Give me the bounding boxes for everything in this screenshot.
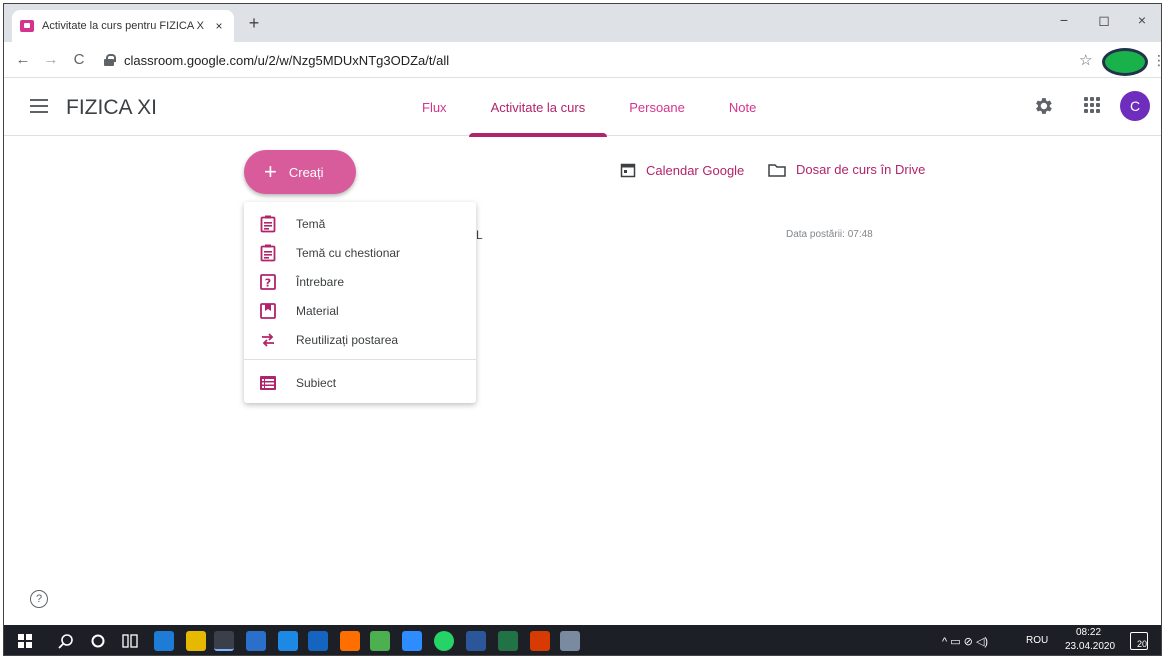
paint-brush-icon[interactable] [560,631,580,651]
address-bar[interactable]: classroom.google.com/u/2/w/Nzg5MDUxNTg3O… [104,46,1104,74]
posted-date-text: Data postării: 07:48 [786,229,873,240]
lock-icon [104,54,116,66]
browser-window: Activitate la curs pentru FIZICA X × + −… [3,3,1162,656]
browser-toolbar: ← → C classroom.google.com/u/2/w/Nzg5MDU… [4,42,1161,78]
tab-people[interactable]: Persoane [607,79,707,136]
tab-title: Activitate la curs pentru FIZICA X [42,20,205,32]
create-button[interactable]: + Creați [244,150,356,194]
menu-item-label: Întrebare [296,274,345,289]
plus-icon: + [264,159,277,184]
clock-date[interactable]: 23.04.2020 [1065,641,1115,652]
class-nav-tabs: Flux Activitate la curs Persoane Note [400,79,778,137]
material-icon [260,302,276,319]
url-text: classroom.google.com/u/2/w/Nzg5MDUxNTg3O… [124,52,450,68]
assignment-icon [260,215,276,232]
new-tab-button[interactable]: + [244,13,264,34]
google-calendar-link[interactable]: Calendar Google [620,162,744,178]
file-explorer-icon[interactable] [186,631,206,651]
calendar-link-label: Calendar Google [646,162,745,178]
question-icon: ? [260,273,276,290]
tab-classwork[interactable]: Activitate la curs [468,79,608,137]
mail-icon[interactable] [308,631,328,651]
menu-item-label: Reutilizați postarea [296,332,399,347]
calendar-icon [620,163,636,178]
svg-text:?: ? [265,276,271,289]
store-icon[interactable] [246,631,266,651]
search-icon[interactable] [58,633,74,649]
excel-icon[interactable] [498,631,518,651]
menu-item-material[interactable]: Material [244,296,476,325]
drive-link-label: Dosar de curs în Drive [796,162,926,177]
menu-item-quiz-assignment[interactable]: Temă cu chestionar [244,238,476,267]
tray-icons[interactable]: ^ ▭ ⊘ ◁) [942,635,988,648]
class-title[interactable]: FIZICA XI [66,96,157,120]
classroom-favicon-icon [20,20,34,32]
notification-center-icon[interactable]: 20 [1130,632,1148,650]
language-indicator[interactable]: ROU [1026,635,1048,646]
clock-time[interactable]: 08:22 [1076,627,1101,638]
windows-start-icon[interactable] [18,634,32,648]
tab-grades[interactable]: Note [707,79,778,136]
zoom-icon[interactable] [402,631,422,651]
bookmark-star-icon[interactable]: ☆ [1079,51,1092,69]
create-button-label: Creați [288,164,324,180]
background-item-partial-text: L [476,228,483,242]
whatsapp-icon[interactable] [434,631,454,651]
app-icon[interactable] [340,631,360,651]
minimize-button[interactable]: − [1044,12,1084,28]
menu-divider [244,359,476,360]
powerpoint-icon[interactable] [530,631,550,651]
menu-item-assignment[interactable]: Temă [244,209,476,238]
tab-stream[interactable]: Flux [400,79,469,136]
reuse-icon [262,332,274,347]
task-view-icon[interactable] [122,633,138,649]
chrome-icon[interactable] [214,631,234,651]
word-icon[interactable] [466,631,486,651]
back-button[interactable]: ← [14,51,32,68]
google-apps-icon[interactable] [1084,97,1100,113]
browser-menu-icon[interactable]: ⋮ [1152,52,1161,69]
menu-item-topic[interactable]: Subiect [244,368,476,397]
browser-tab[interactable]: Activitate la curs pentru FIZICA X × [12,10,234,42]
menu-item-label: Temă cu chestionar [296,245,401,260]
menu-item-label: Temă [296,216,326,231]
gear-icon[interactable] [1032,95,1054,117]
maximize-button[interactable]: ◻ [1084,12,1124,29]
topic-icon [260,375,276,390]
reload-button[interactable]: C [70,51,88,68]
tab-strip: Activitate la curs pentru FIZICA X × + −… [4,4,1161,42]
menu-item-reuse-post[interactable]: Reutilizați postarea [244,325,476,354]
menu-item-question[interactable]: ? Întrebare [244,267,476,296]
drive-folder-link[interactable]: Dosar de curs în Drive [768,162,925,177]
create-menu: Temă Temă cu chestionar ? Întrebare Mate… [244,202,476,403]
menu-item-label: Subiect [296,375,337,390]
media-player-icon[interactable] [278,631,298,651]
notification-count: 20 [1137,639,1148,649]
cortana-icon[interactable] [90,633,106,649]
folder-icon [768,163,786,177]
quiz-assignment-icon [260,244,276,261]
help-icon[interactable]: ? [30,590,48,608]
menu-item-label: Material [296,303,339,318]
forward-button[interactable]: → [42,51,60,68]
profile-avatar[interactable] [1102,48,1148,76]
paint-icon[interactable] [370,631,390,651]
edge-browser-icon[interactable] [154,631,174,651]
hamburger-menu-icon[interactable] [30,99,48,113]
account-avatar[interactable]: C [1120,91,1150,121]
windows-taskbar: ^ ▭ ⊘ ◁) ROU 08:22 23.04.2020 20 [4,625,1161,655]
tab-close-icon[interactable]: × [212,19,226,33]
classroom-header: FIZICA XI Flux Activitate la curs Persoa… [4,79,1161,137]
close-window-button[interactable]: × [1122,12,1161,28]
